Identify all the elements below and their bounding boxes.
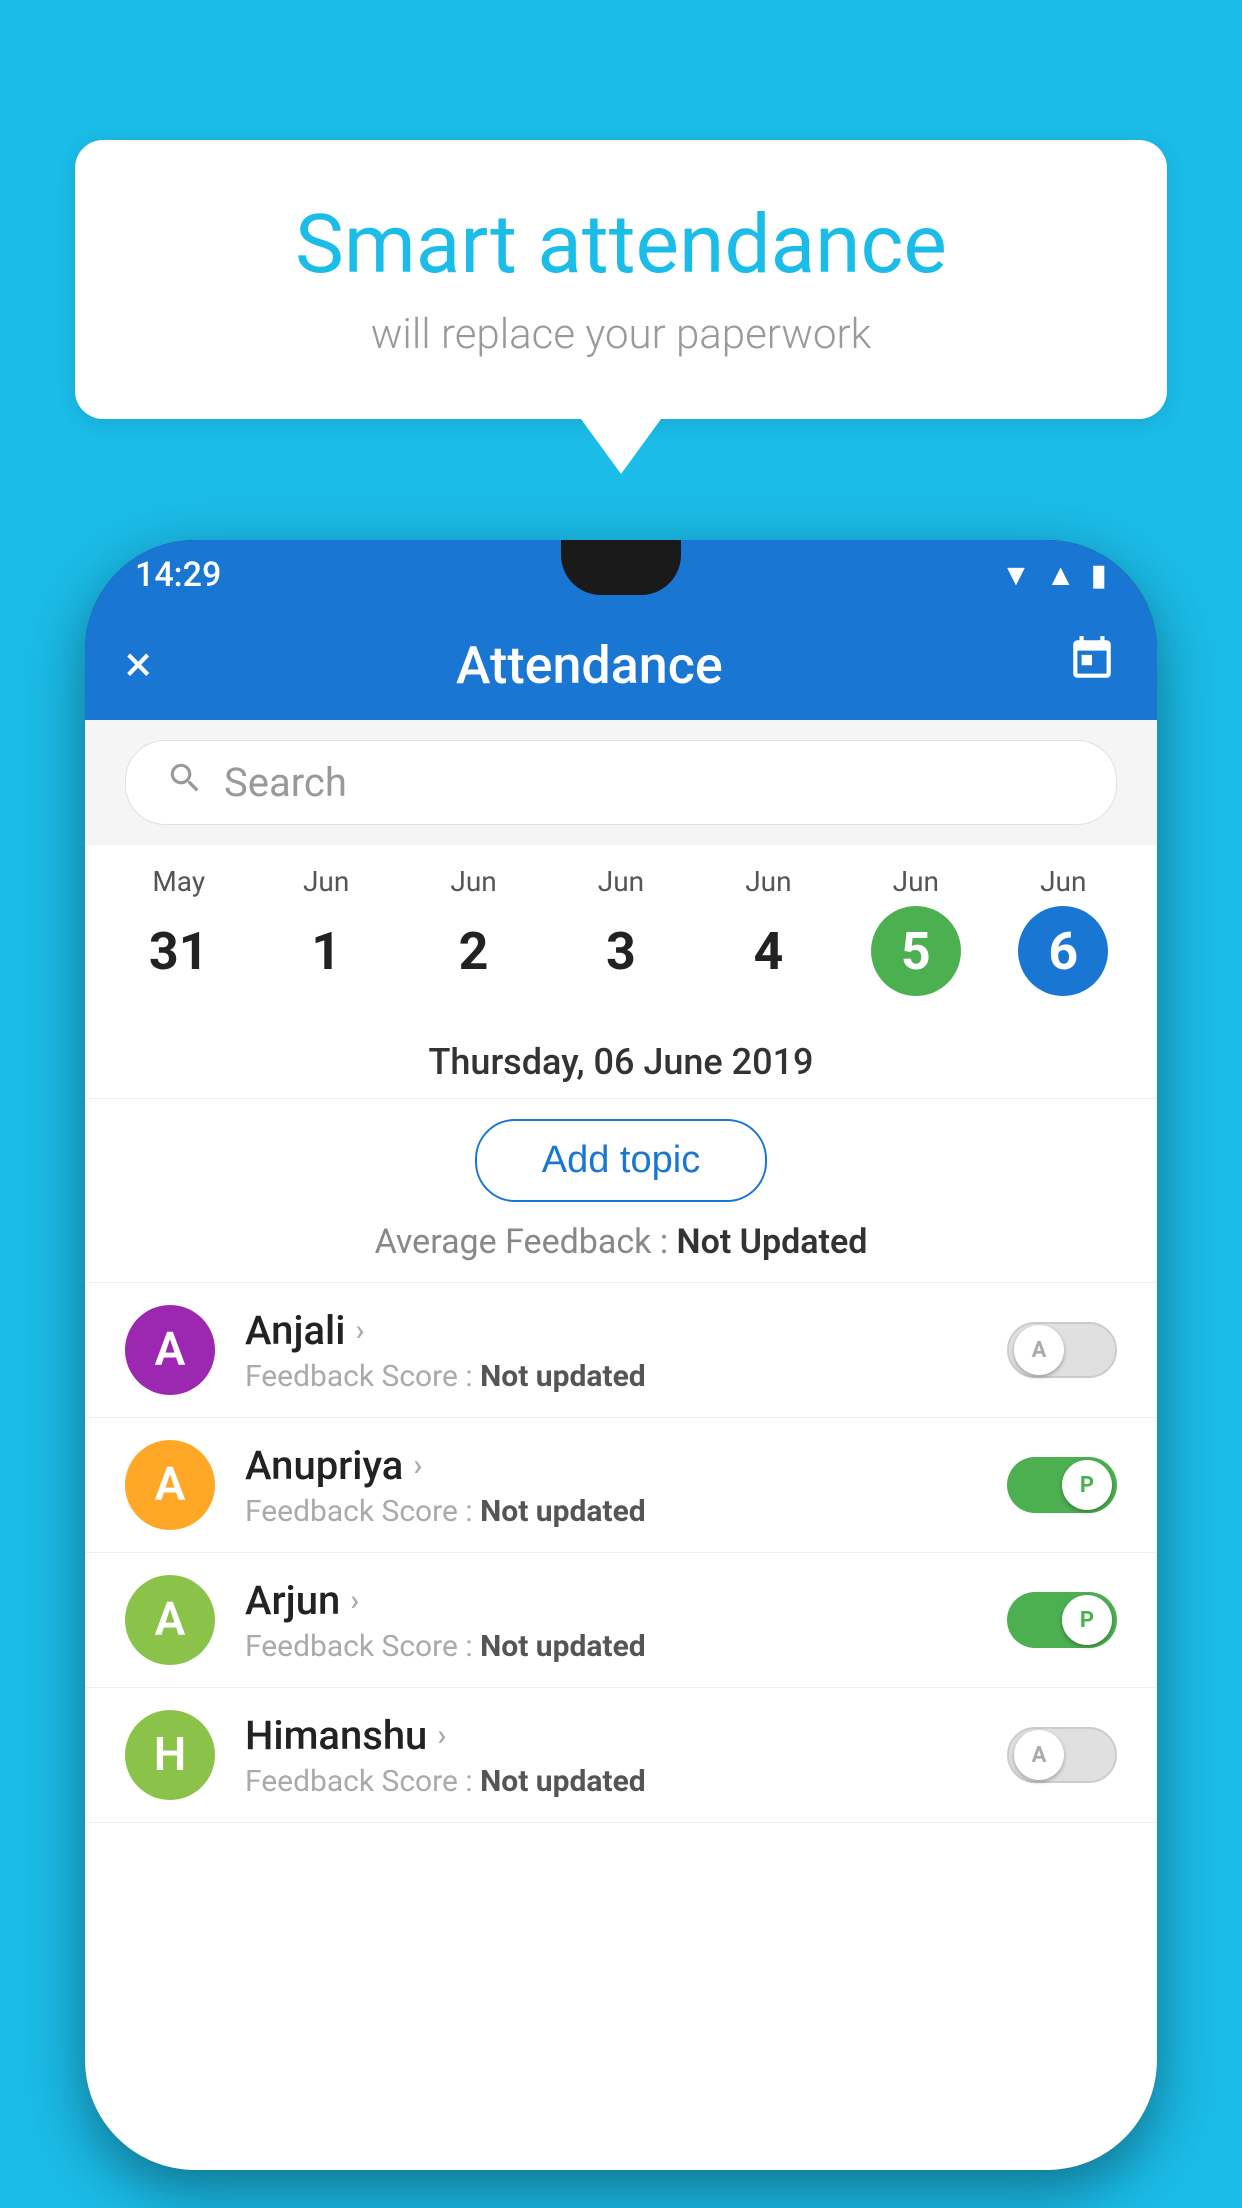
search-bar-container: Search [85,720,1157,845]
student-feedback: Feedback Score : Not updated [245,1494,1007,1529]
toggle-knob: P [1062,1460,1112,1510]
calendar-row: May31Jun1Jun2Jun3Jun4Jun5Jun6 [85,865,1157,996]
average-feedback: Average Feedback : Not Updated [85,1222,1157,1283]
calendar-day-3[interactable]: Jun3 [547,865,694,996]
toggle-knob: A [1014,1325,1064,1375]
attendance-toggle[interactable]: A [1007,1727,1117,1783]
student-info: Himanshu › Feedback Score : Not updated [245,1712,1007,1799]
app-bar: × Attendance [85,610,1157,720]
calendar-day-5[interactable]: Jun5 [842,865,989,996]
student-avatar: H [125,1710,215,1800]
attendance-toggle[interactable]: P [1007,1592,1117,1648]
student-avatar: A [125,1440,215,1530]
student-info: Anjali › Feedback Score : Not updated [245,1307,1007,1394]
calendar-day-31[interactable]: May31 [105,865,252,996]
student-item-3[interactable]: H Himanshu › Feedback Score : Not updatedA [85,1688,1157,1823]
app-title: Attendance [112,635,1067,696]
student-info: Arjun › Feedback Score : Not updated [245,1577,1007,1664]
student-name: Anjali › [245,1307,1007,1354]
speech-bubble-subtitle: will replace your paperwork [155,310,1087,359]
student-avatar: A [125,1575,215,1665]
chevron-right-icon: › [355,1313,364,1348]
signal-icon: ▲ [1046,558,1076,593]
search-placeholder: Search [224,759,347,806]
student-item-2[interactable]: A Arjun › Feedback Score : Not updated P [85,1553,1157,1688]
add-topic-button[interactable]: Add topic [475,1119,767,1202]
chevron-right-icon: › [437,1718,446,1753]
speech-bubble: Smart attendance will replace your paper… [75,140,1167,419]
chevron-right-icon: › [350,1583,359,1618]
notch [561,540,681,595]
calendar-strip: May31Jun1Jun2Jun3Jun4Jun5Jun6 [85,845,1157,1016]
student-name: Arjun › [245,1577,1007,1624]
speech-bubble-arrow [581,419,661,474]
student-feedback: Feedback Score : Not updated [245,1629,1007,1664]
search-icon [166,759,204,807]
calendar-day-6[interactable]: Jun6 [990,865,1137,996]
student-item-0[interactable]: AAnjali ›Feedback Score : Not updatedA [85,1283,1157,1418]
battery-icon: ▮ [1090,558,1107,593]
toggle-knob: P [1062,1595,1112,1645]
student-list: AAnjali ›Feedback Score : Not updatedAAA… [85,1283,1157,1823]
speech-bubble-container: Smart attendance will replace your paper… [75,140,1167,474]
toggle-knob: A [1014,1730,1064,1780]
attendance-toggle[interactable]: A [1007,1322,1117,1378]
student-info: Anupriya › Feedback Score : Not updated [245,1442,1007,1529]
status-icons: ▼ ▲ ▮ [1001,558,1107,593]
add-topic-container: Add topic [85,1099,1157,1222]
phone-screen: Search May31Jun1Jun2Jun3Jun4Jun5Jun6 Thu… [85,720,1157,2170]
selected-date: Thursday, 06 June 2019 [85,1016,1157,1099]
student-name: Anupriya › [245,1442,1007,1489]
avg-feedback-label: Average Feedback : [375,1222,677,1262]
status-bar: 14:29 ▼ ▲ ▮ [85,540,1157,610]
calendar-day-1[interactable]: Jun1 [252,865,399,996]
speech-bubble-title: Smart attendance [155,200,1087,290]
calendar-icon[interactable] [1067,634,1117,697]
avg-feedback-value: Not Updated [677,1222,868,1262]
calendar-day-4[interactable]: Jun4 [695,865,842,996]
student-feedback: Feedback Score : Not updated [245,1359,1007,1394]
student-avatar: A [125,1305,215,1395]
chevron-right-icon: › [413,1448,422,1483]
student-item-1[interactable]: A Anupriya › Feedback Score : Not updated P [85,1418,1157,1553]
attendance-toggle[interactable]: P [1007,1457,1117,1513]
wifi-icon: ▼ [1001,558,1031,593]
status-time: 14:29 [135,555,221,595]
student-name: Himanshu › [245,1712,1007,1759]
phone-frame: 14:29 ▼ ▲ ▮ × Attendance Search [85,540,1157,2170]
search-bar[interactable]: Search [125,740,1117,825]
calendar-day-2[interactable]: Jun2 [400,865,547,996]
student-feedback: Feedback Score : Not updated [245,1764,1007,1799]
